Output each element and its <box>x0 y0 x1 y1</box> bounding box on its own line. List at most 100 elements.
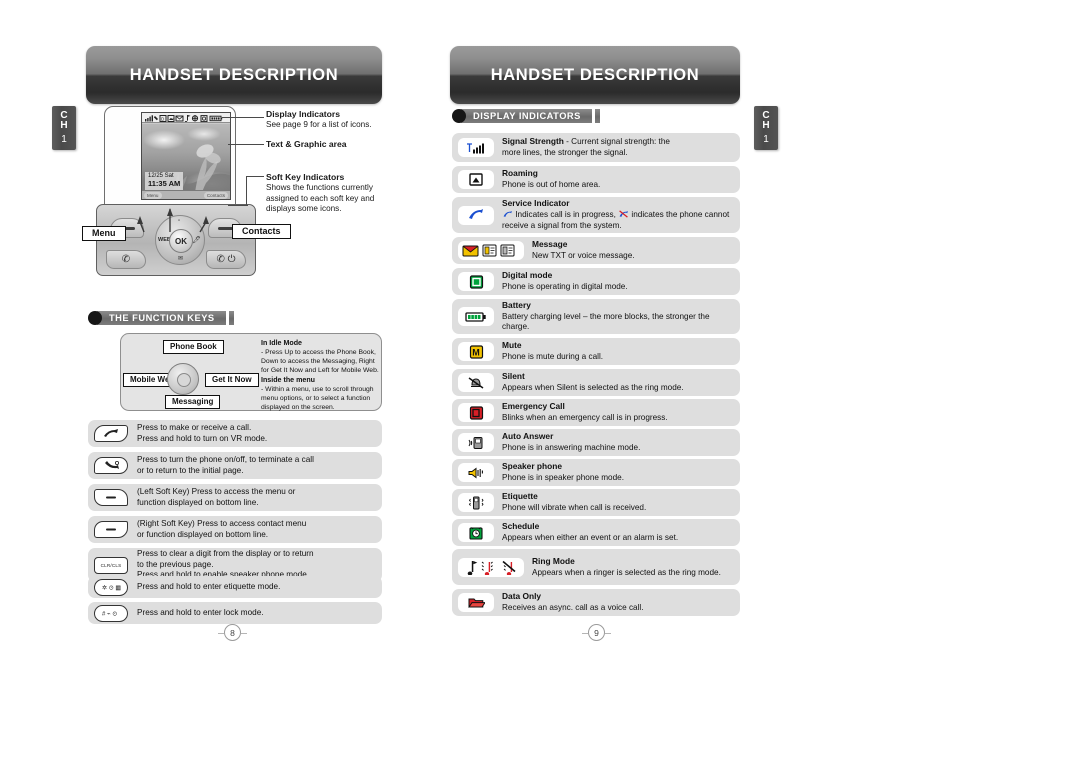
section-heading-function-keys: THE FUNCTION KEYS <box>88 311 234 325</box>
phone-clock: 12/25 Sat 11:35 AM <box>145 171 184 190</box>
fk-label-messaging: Messaging <box>165 395 221 409</box>
schedule-icon <box>458 523 494 542</box>
annotation-body: Shows the functions currently assigned t… <box>266 183 375 214</box>
send-key-button: ✆ <box>106 250 146 269</box>
svg-text:M: M <box>472 347 480 357</box>
indicator-row-digital-mode: Digital mode Phone is operating in digita… <box>452 268 740 295</box>
key-row-right-soft: (Right Soft Key) Press to access contact… <box>88 516 382 543</box>
indicator-row-silent: Silent Appears when Silent is selected as… <box>452 369 740 396</box>
dpad-right-icon: 🖊 <box>192 237 201 244</box>
indicator-row-speaker-phone: Speaker phone Phone is in speaker phone m… <box>452 459 740 486</box>
indicator-row-etiquette: Etiquette Phone will vibrate when call is… <box>452 489 740 516</box>
fk-menu-title: Inside the menu <box>261 375 315 384</box>
section-cap <box>594 109 600 123</box>
indicator-row-battery: Battery Battery charging level – the more… <box>452 299 740 334</box>
ring-mode-icon <box>458 557 524 577</box>
fk-menu-body: - Within a menu, use to scroll through m… <box>261 385 374 411</box>
fk-navigation-pad-icon <box>167 363 199 395</box>
key-row-text: Press and hold to enter etiquette mode. <box>137 581 281 591</box>
key-row-text: (Right Soft Key) Press to access contact… <box>137 518 307 539</box>
pound-glyph: # ⌁ ⊙ <box>102 612 117 618</box>
indicator-text: Silent Appears when Silent is selected as… <box>502 371 684 392</box>
leader-text-graphic <box>228 144 264 146</box>
indicator-text: Battery Battery charging level – the more… <box>502 299 710 332</box>
left-page-title: HANDSET DESCRIPTION <box>129 65 339 84</box>
function-keys-inset: Phone Book Mobile Web Get It Now Messagi… <box>120 333 382 411</box>
indicator-row-auto-answer: Auto Answer Phone is in answering machine… <box>452 429 740 456</box>
signal-strength-icon <box>458 138 494 157</box>
indicator-text: Etiquette Phone will vibrate when call is… <box>502 491 647 512</box>
key-row-left-soft: (Left Soft Key) Press to access the menu… <box>88 484 382 511</box>
phone-wallpaper: 12/25 Sat 11:35 AM <box>142 124 230 199</box>
navigation-pad: ▫ ✉ WEB 🖊 OK <box>155 215 205 265</box>
callout-menu-label: Menu <box>82 226 126 241</box>
clear-key-icon: CLR/CLS <box>94 556 128 574</box>
service-indicator-icon <box>458 205 494 225</box>
key-row-text: Press to turn the phone on/off, to termi… <box>137 454 314 475</box>
speaker-phone-icon <box>458 463 494 482</box>
leader-softkey-horiz <box>228 205 248 207</box>
chapter-tab-number: 1 <box>763 134 769 146</box>
key-row-send: Press to make or receive a call. Press an… <box>88 420 382 447</box>
indicator-row-service: Service Indicator Indicates call is in p… <box>452 197 740 233</box>
fk-idle-body: - Press Up to access the Phone Book, Dow… <box>261 349 379 375</box>
key-row-end: Press to turn the phone on/off, to termi… <box>88 452 382 479</box>
key-row-text: Press and hold to enter lock mode. <box>137 607 264 617</box>
call-in-progress-inline-icon <box>503 210 512 217</box>
page-number-left: 8 <box>218 624 247 641</box>
indicator-text: Signal Strength - Current signal strengt… <box>502 136 670 157</box>
star-glyph: ✲ ⊙ ▦ <box>102 585 121 592</box>
indicator-text: Digital mode Phone is operating in digita… <box>502 270 628 291</box>
roaming-icon <box>458 170 494 189</box>
right-page-title: HANDSET DESCRIPTION <box>490 65 700 84</box>
mute-icon: M <box>458 342 494 361</box>
indicator-row-data-only: Data Only Receives an async. call as a vo… <box>452 589 740 616</box>
end-glyph <box>105 460 119 469</box>
indicator-row-ring-mode: Ring Mode Appears when a ringer is select… <box>452 549 740 585</box>
lsk-glyph <box>106 496 116 499</box>
fk-description: In Idle Mode - Press Up to access the Ph… <box>261 339 379 412</box>
star-key-icon: ✲ ⊙ ▦ <box>94 578 128 596</box>
annotation-soft-key-indicators: Soft Key Indicators Shows the functions … <box>266 172 394 215</box>
leader-softkey-down <box>246 176 248 206</box>
phone-screen: D 12/25 Sat 11:35 AM Menu Contacts <box>141 112 231 200</box>
chapter-tab-h: H <box>60 119 68 131</box>
fk-label-get-it-now: Get It Now <box>205 373 259 387</box>
indicator-text: Mute Phone is mute during a call. <box>502 340 604 361</box>
annotation-title: Text & Graphic area <box>266 139 347 149</box>
phone-upper-shell: D 12/25 Sat 11:35 AM Menu Contacts <box>104 106 236 208</box>
leader-softkey-vert <box>246 176 264 178</box>
annotation-title: Soft Key Indicators <box>266 172 345 182</box>
chapter-tab-left: C H 1 <box>52 106 76 150</box>
dpad-down-icon: ✉ <box>178 256 184 262</box>
dpad-up-icon: ▫ <box>178 218 181 224</box>
auto-answer-icon <box>458 433 494 452</box>
manual-spread: HANDSET DESCRIPTION C H 1 D 12/25 Sat 11… <box>0 0 1080 763</box>
etiquette-icon <box>458 493 494 512</box>
phone-time: 11:35 AM <box>148 178 181 188</box>
chapter-tab-number: 1 <box>61 134 67 146</box>
right-page-banner: HANDSET DESCRIPTION <box>450 46 740 104</box>
rsk-glyph <box>106 528 116 531</box>
digital-mode-icon <box>458 272 494 291</box>
phone-softkey-bar: Menu Contacts <box>142 190 230 199</box>
annotation-display-indicators: Display Indicators See page 9 for a list… <box>266 109 398 131</box>
data-only-icon <box>458 593 494 612</box>
message-icon <box>458 241 524 260</box>
no-service-inline-icon <box>619 210 628 218</box>
bullet-dot-icon <box>452 109 466 123</box>
fk-label-phone-book: Phone Book <box>163 340 224 354</box>
annotation-title: Display Indicators <box>266 109 341 119</box>
page-number-right: 9 <box>582 624 611 641</box>
indicator-row-roaming: Roaming Phone is out of home area. <box>452 166 740 193</box>
end-key-icon <box>94 457 128 474</box>
indicator-text: Auto Answer Phone is in answering machine… <box>502 431 641 452</box>
indicator-text: Service Indicator Indicates call is in p… <box>502 198 730 230</box>
chapter-tab-h: H <box>762 119 770 131</box>
annotation-body: See page 9 for a list of icons. <box>266 120 372 130</box>
leader-display-indicators <box>222 117 264 119</box>
phone-illustration: D 12/25 Sat 11:35 AM Menu Contacts ▫ ✉ W… <box>96 104 264 304</box>
section-cap <box>228 311 234 325</box>
key-row-text: Press to make or receive a call. Press an… <box>137 422 268 443</box>
indicator-row-signal-strength: Signal Strength - Current signal strengt… <box>452 133 740 162</box>
